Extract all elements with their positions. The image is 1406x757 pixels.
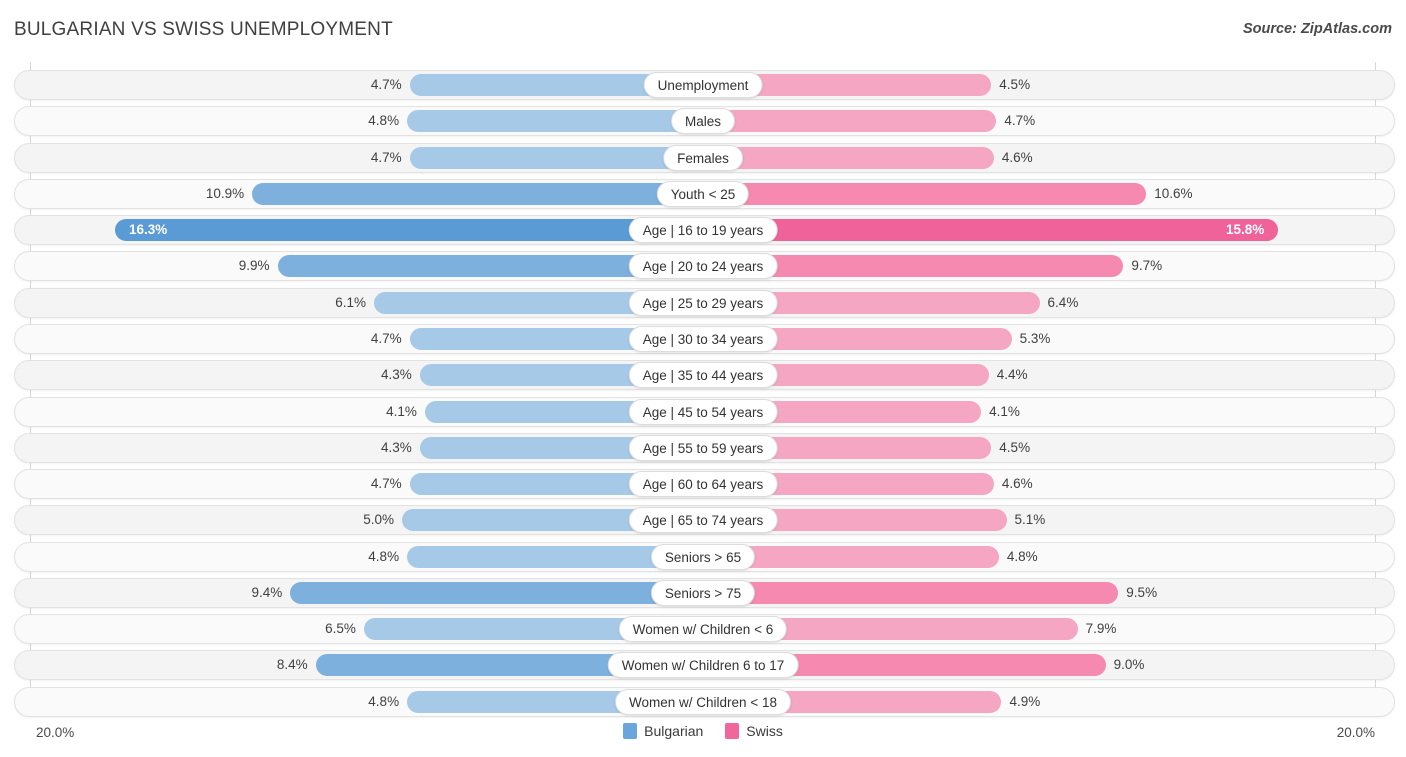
bar-bulgarian[interactable] (252, 182, 703, 205)
value-label-swiss: 6.4% (1047, 294, 1079, 310)
value-label-swiss: 15.8% (1226, 222, 1265, 238)
value-label-swiss: 4.8% (1006, 548, 1038, 564)
table-row[interactable]: 4.8% 4.8% Seniors > 65 (14, 541, 1395, 572)
table-row[interactable]: 4.3% 4.5% Age | 55 to 59 years (14, 432, 1395, 463)
value-label-swiss: 4.4% (996, 367, 1028, 383)
value-label-swiss: 10.6% (1154, 185, 1193, 201)
value-label-bulgarian: 5.0% (363, 512, 394, 528)
category-label-pill[interactable]: Unemployment (643, 72, 763, 98)
value-label-bulgarian: 4.7% (370, 149, 402, 165)
value-label-swiss: 9.0% (1113, 657, 1145, 673)
bar-swiss[interactable] (703, 110, 997, 133)
value-label-swiss: 9.5% (1126, 584, 1158, 600)
bar-swiss[interactable] (703, 219, 1279, 242)
bar-swiss[interactable] (703, 581, 1119, 604)
table-row[interactable]: 4.7% 4.5% Unemployment (14, 70, 1395, 100)
value-label-swiss: 4.5% (999, 77, 1031, 92)
value-label-swiss: 7.9% (1085, 621, 1117, 637)
table-row[interactable]: 4.7% 4.6% Age | 60 to 64 years (14, 469, 1395, 500)
table-row[interactable]: 4.7% 5.3% Age | 30 to 34 years (14, 323, 1395, 354)
source-attribution: Source: ZipAtlas.com (1242, 21, 1392, 37)
chart-footer: 20.0% 20.0% Bulgarian Swiss (0, 715, 1406, 757)
table-row[interactable]: 4.8% 4.7% Males (14, 106, 1395, 137)
table-row[interactable]: 4.8% 4.9% Women w/ Children < 18 (14, 686, 1395, 717)
chart-plot-area: 4.7% 4.5% Unemployment 4.8% 4.7% Males 4.7% 4.6… (0, 62, 1406, 717)
table-row[interactable]: 16.3% 15.8% Age | 16 to 19 years (14, 215, 1395, 246)
value-label-swiss: 4.1% (989, 403, 1020, 419)
value-label-bulgarian: 4.1% (386, 403, 417, 419)
chart-legend: Bulgarian Swiss (0, 723, 1406, 739)
value-label-bulgarian: 4.7% (370, 330, 402, 346)
table-row[interactable]: 6.1% 6.4% Age | 25 to 29 years (14, 287, 1395, 318)
category-label-pill[interactable]: Age | 55 to 59 years (628, 434, 778, 461)
value-label-swiss: 5.1% (1014, 512, 1046, 528)
category-label-pill[interactable]: Age | 30 to 34 years (628, 325, 778, 352)
value-label-swiss: 4.9% (1009, 693, 1041, 709)
table-row[interactable]: 9.9% 9.7% Age | 20 to 24 years (14, 251, 1395, 282)
category-label-pill[interactable]: Youth < 25 (656, 180, 750, 207)
legend-label: Swiss (746, 723, 783, 739)
bar-swiss[interactable] (703, 182, 1147, 205)
category-label-pill[interactable]: Age | 35 to 44 years (628, 362, 778, 389)
category-label-pill[interactable]: Women w/ Children < 6 (618, 616, 788, 643)
chart-header: BULGARIAN VS SWISS UNEMPLOYMENT Source: … (0, 0, 1406, 60)
value-label-bulgarian: 9.9% (238, 258, 270, 274)
bar-bulgarian[interactable] (290, 581, 703, 604)
legend-swatch-icon (623, 723, 638, 739)
legend-swatch-icon (725, 723, 740, 739)
category-label-pill[interactable]: Age | 45 to 54 years (628, 398, 778, 425)
bar-bulgarian[interactable] (409, 146, 703, 169)
value-label-bulgarian: 8.4% (276, 657, 308, 673)
category-label-pill[interactable]: Females (663, 144, 743, 171)
category-label-pill[interactable]: Age | 25 to 29 years (628, 289, 778, 316)
table-row[interactable]: 4.1% 4.1% Age | 45 to 54 years (14, 396, 1395, 427)
legend-label: Bulgarian (644, 723, 704, 739)
category-label-pill[interactable]: Seniors > 75 (650, 579, 756, 606)
value-label-bulgarian: 4.8% (368, 113, 400, 129)
category-label-pill[interactable]: Age | 16 to 19 years (628, 217, 778, 244)
category-label-pill[interactable]: Males (670, 108, 736, 135)
category-label-pill[interactable]: Age | 60 to 64 years (628, 471, 778, 498)
value-label-swiss: 4.6% (1001, 476, 1033, 492)
page-title: BULGARIAN VS SWISS UNEMPLOYMENT (14, 19, 393, 40)
bar-bulgarian[interactable] (407, 110, 703, 133)
value-label-swiss: 4.7% (1004, 113, 1036, 129)
legend-item[interactable]: Swiss (725, 723, 783, 739)
category-label-pill[interactable]: Age | 20 to 24 years (628, 253, 778, 280)
value-label-swiss: 4.6% (1001, 149, 1033, 165)
value-label-bulgarian: 9.4% (251, 584, 283, 600)
value-label-bulgarian: 10.9% (205, 185, 245, 201)
value-label-swiss: 9.7% (1131, 258, 1163, 274)
table-row[interactable]: 4.7% 4.6% Females (14, 142, 1395, 173)
bar-swiss[interactable] (703, 146, 994, 169)
table-row[interactable]: 4.3% 4.4% Age | 35 to 44 years (14, 360, 1395, 391)
bar-bulgarian[interactable] (114, 219, 703, 242)
category-label-pill[interactable]: Women w/ Children 6 to 17 (607, 652, 799, 679)
table-row[interactable]: 8.4% 9.0% Women w/ Children 6 to 17 (14, 650, 1395, 681)
category-label-pill[interactable]: Age | 65 to 74 years (628, 507, 778, 534)
value-label-swiss: 5.3% (1019, 330, 1051, 346)
value-label-bulgarian: 6.1% (335, 294, 367, 310)
table-row[interactable]: 6.5% 7.9% Women w/ Children < 6 (14, 614, 1395, 645)
value-label-bulgarian: 4.7% (370, 476, 402, 492)
category-label-pill[interactable]: Seniors > 65 (650, 543, 756, 570)
table-row[interactable]: 5.0% 5.1% Age | 65 to 74 years (14, 505, 1395, 536)
value-label-bulgarian: 16.3% (128, 222, 168, 238)
legend-item[interactable]: Bulgarian (623, 723, 703, 739)
table-row[interactable]: 9.4% 9.5% Seniors > 75 (14, 577, 1395, 608)
value-label-bulgarian: 4.8% (368, 693, 400, 709)
value-label-swiss: 4.5% (999, 439, 1031, 455)
table-row[interactable]: 10.9% 10.6% Youth < 25 (14, 178, 1395, 209)
value-label-bulgarian: 6.5% (325, 621, 356, 637)
category-label-pill[interactable]: Women w/ Children < 18 (615, 688, 791, 715)
value-label-bulgarian: 4.3% (380, 439, 412, 455)
value-label-bulgarian: 4.8% (368, 548, 400, 564)
value-label-bulgarian: 4.3% (380, 367, 412, 383)
value-label-bulgarian: 4.7% (370, 77, 402, 92)
